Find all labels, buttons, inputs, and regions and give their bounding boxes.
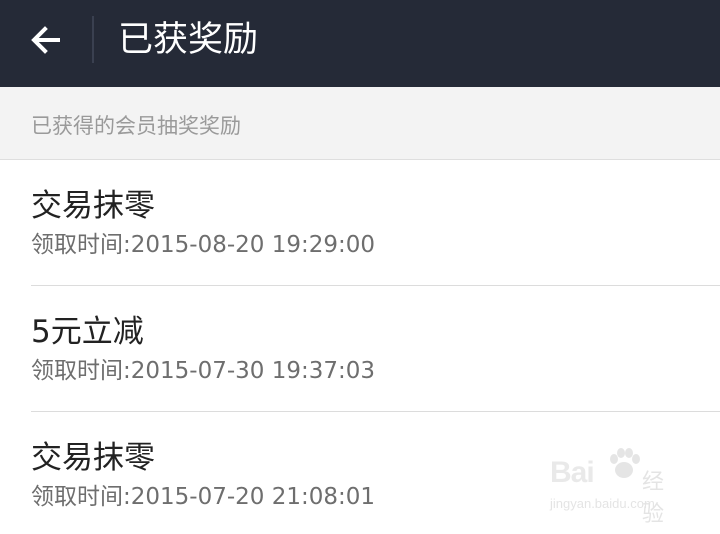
reward-name: 交易抹零 — [31, 440, 155, 476]
list-item[interactable]: 交易抹零 领取时间:2015-08-20 19:29:00 — [0, 160, 720, 286]
back-button[interactable] — [18, 18, 74, 62]
reward-name: 5元立减 — [31, 314, 144, 350]
reward-time: 领取时间:2015-07-20 21:08:01 — [31, 484, 376, 510]
reward-time: 领取时间:2015-07-30 19:37:03 — [31, 358, 376, 384]
top-app-bar: 已获奖励 — [0, 0, 720, 87]
watermark-brand: Bai — [550, 456, 595, 489]
back-arrow-icon — [31, 26, 60, 54]
header-divider — [92, 16, 94, 63]
paw-icon — [610, 448, 640, 478]
reward-time: 领取时间:2015-08-20 19:29:00 — [31, 232, 376, 258]
screen: 已获奖励 已获得的会员抽奖奖励 交易抹零 领取时间:2015-08-20 19:… — [0, 0, 720, 534]
page-title: 已获奖励 — [118, 20, 259, 60]
section-header-label: 已获得的会员抽奖奖励 — [31, 114, 241, 138]
list-item[interactable]: 5元立减 领取时间:2015-07-30 19:37:03 — [0, 286, 720, 412]
section-header: 已获得的会员抽奖奖励 — [0, 87, 720, 160]
reward-name: 交易抹零 — [31, 188, 155, 224]
watermark-url: jingyan.baidu.com — [550, 496, 655, 511]
baidu-watermark: Bai 经验 jingyan.baidu.com — [550, 448, 680, 527]
